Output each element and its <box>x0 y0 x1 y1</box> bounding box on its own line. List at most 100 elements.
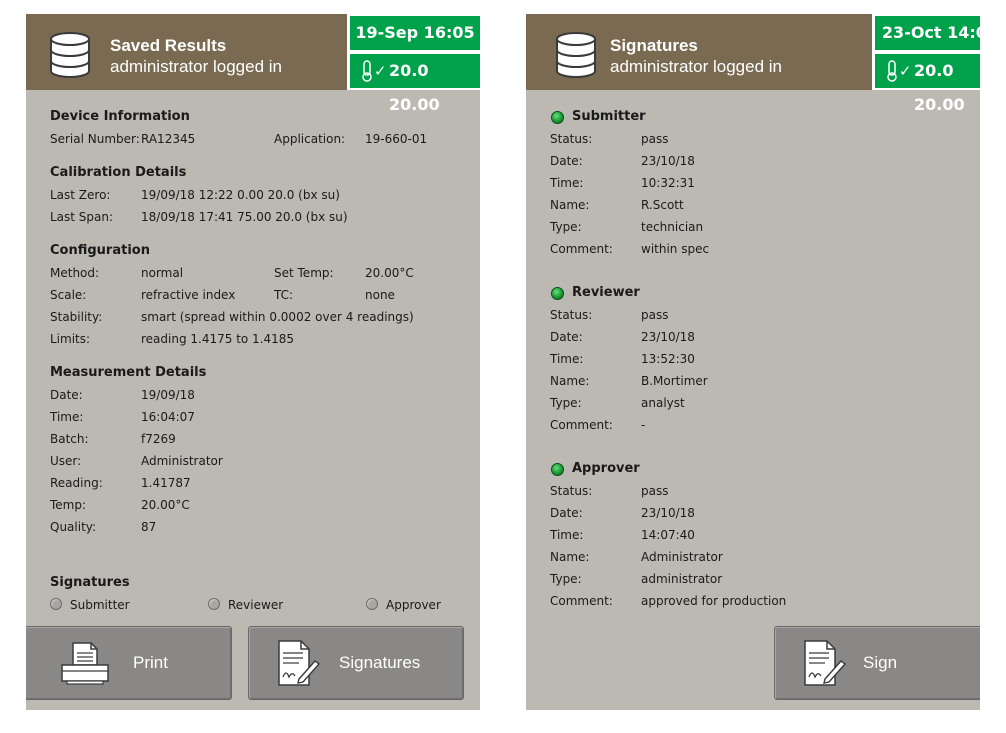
approver-status-led-icon <box>551 463 564 476</box>
reviewer-comment-value: - <box>641 418 646 432</box>
reviewer-status-value: pass <box>641 308 669 322</box>
application-label: Application: <box>274 132 346 146</box>
login-status: administrator logged in <box>110 57 282 76</box>
reviewer-indicator-label: Reviewer <box>228 598 284 612</box>
method-value: normal <box>141 266 184 280</box>
status-box: 19-Sep 16:05 ✓ 20.0 20.00 <box>347 14 480 114</box>
sign-button[interactable]: Sign <box>774 626 980 700</box>
saved-results-screen: Saved Results administrator logged in 19… <box>26 14 480 710</box>
signature-document-icon <box>278 640 321 686</box>
submitter-indicator-label: Submitter <box>70 598 130 612</box>
thermometer-icon <box>362 60 372 82</box>
login-status: administrator logged in <box>610 57 782 76</box>
reviewer-date-value: 23/10/18 <box>641 330 695 344</box>
batch-value: f7269 <box>141 432 176 446</box>
approver-time-value: 14:07:40 <box>641 528 695 542</box>
user-label: User: <box>50 454 82 468</box>
temperature-display: ✓ 20.0 20.00 <box>350 54 480 114</box>
user-value: Administrator <box>141 454 223 468</box>
reviewer-indicator: Reviewer <box>208 598 283 612</box>
print-button-label: Print <box>133 653 168 672</box>
temperature-value: 20.0 20.00 <box>389 61 440 114</box>
reviewer-date-label: Date: <box>550 330 583 344</box>
approver-comment-label: Comment: <box>550 594 613 608</box>
reviewer-time-label: Time: <box>550 352 584 366</box>
print-button[interactable]: Print <box>26 626 232 700</box>
signatures-heading: Signatures <box>50 575 130 590</box>
scale-value: refractive index <box>141 288 236 302</box>
thermometer-icon <box>887 60 897 82</box>
application-value: 19-660-01 <box>365 132 428 146</box>
radio-icon <box>50 598 62 610</box>
approver-comment-value: approved for production <box>641 594 787 608</box>
header-bar: Saved Results administrator logged in 19… <box>26 14 480 114</box>
signatures-button-label: Signatures <box>339 653 421 672</box>
temperature-value: 20.0 20.00 <box>914 61 965 114</box>
date-time-display: 23-Oct 14:07 <box>875 16 980 50</box>
submitter-name-value: R.Scott <box>641 198 684 212</box>
reviewer-status-led-icon <box>551 287 564 300</box>
signatures-screen: Signatures administrator logged in 23-Oc… <box>526 14 980 710</box>
page-title: Signatures <box>610 36 698 55</box>
tc-label: TC: <box>274 288 294 302</box>
submitter-status-value: pass <box>641 132 669 146</box>
printer-icon <box>61 642 109 685</box>
status-box: 23-Oct 14:07 ✓ 20.0 20.00 <box>872 14 980 114</box>
reviewer-time-value: 13:52:30 <box>641 352 695 366</box>
approver-date-label: Date: <box>550 506 583 520</box>
last-zero-value: 19/09/18 12:22 0.00 20.0 (bx su) <box>141 188 340 202</box>
reading-label: Reading: <box>50 476 103 490</box>
approver-name-value: Administrator <box>641 550 723 564</box>
measurement-details-heading: Measurement Details <box>50 365 207 380</box>
approver-date-value: 23/10/18 <box>641 506 695 520</box>
submitter-type-value: technician <box>641 220 704 234</box>
calibration-details-heading: Calibration Details <box>50 165 187 180</box>
device-information-heading: Device Information <box>50 109 190 124</box>
submitter-date-label: Date: <box>550 154 583 168</box>
reviewer-type-value: analyst <box>641 396 685 410</box>
approver-status-label: Status: <box>550 484 593 498</box>
radio-icon <box>208 598 220 610</box>
measurement-time-value: 16:04:07 <box>141 410 195 424</box>
submitter-status-led-icon <box>551 111 564 124</box>
approver-type-label: Type: <box>550 572 582 586</box>
signatures-button[interactable]: Signatures <box>248 626 464 700</box>
stability-value: smart (spread within 0.0002 over 4 readi… <box>141 310 414 324</box>
reviewer-name-value: B.Mortimer <box>641 374 708 388</box>
submitter-name-label: Name: <box>550 198 590 212</box>
scale-label: Scale: <box>50 288 87 302</box>
stability-label: Stability: <box>50 310 103 324</box>
submitter-date-value: 23/10/18 <box>641 154 695 168</box>
temp-value: 20.00°C <box>141 498 190 512</box>
approver-time-label: Time: <box>550 528 584 542</box>
submitter-comment-label: Comment: <box>550 242 613 256</box>
approver-indicator-label: Approver <box>386 598 441 612</box>
submitter-time-label: Time: <box>550 176 584 190</box>
sign-button-label: Sign <box>863 653 898 672</box>
header-bar: Signatures administrator logged in 23-Oc… <box>526 14 980 114</box>
set-temp-label: Set Temp: <box>274 266 334 280</box>
quality-value: 87 <box>141 520 157 534</box>
tc-value: none <box>365 288 395 302</box>
database-icon <box>556 32 596 78</box>
reviewer-comment-label: Comment: <box>550 418 613 432</box>
temp-label: Temp: <box>50 498 87 512</box>
approver-heading: Approver <box>572 461 640 476</box>
approver-indicator: Approver <box>366 598 441 612</box>
approver-name-label: Name: <box>550 550 590 564</box>
database-icon <box>50 32 90 78</box>
last-span-label: Last Span: <box>50 210 114 224</box>
method-label: Method: <box>50 266 100 280</box>
reviewer-name-label: Name: <box>550 374 590 388</box>
quality-label: Quality: <box>50 520 97 534</box>
last-span-value: 18/09/18 17:41 75.00 20.0 (bx su) <box>141 210 348 224</box>
measurement-date-label: Date: <box>50 388 83 402</box>
submitter-heading: Submitter <box>572 109 646 124</box>
reviewer-status-label: Status: <box>550 308 593 322</box>
submitter-indicator: Submitter <box>50 598 130 612</box>
reading-value: 1.41787 <box>141 476 191 490</box>
submitter-status-label: Status: <box>550 132 593 146</box>
configuration-heading: Configuration <box>50 243 150 258</box>
measurement-time-label: Time: <box>50 410 84 424</box>
page-title: Saved Results <box>110 36 227 55</box>
